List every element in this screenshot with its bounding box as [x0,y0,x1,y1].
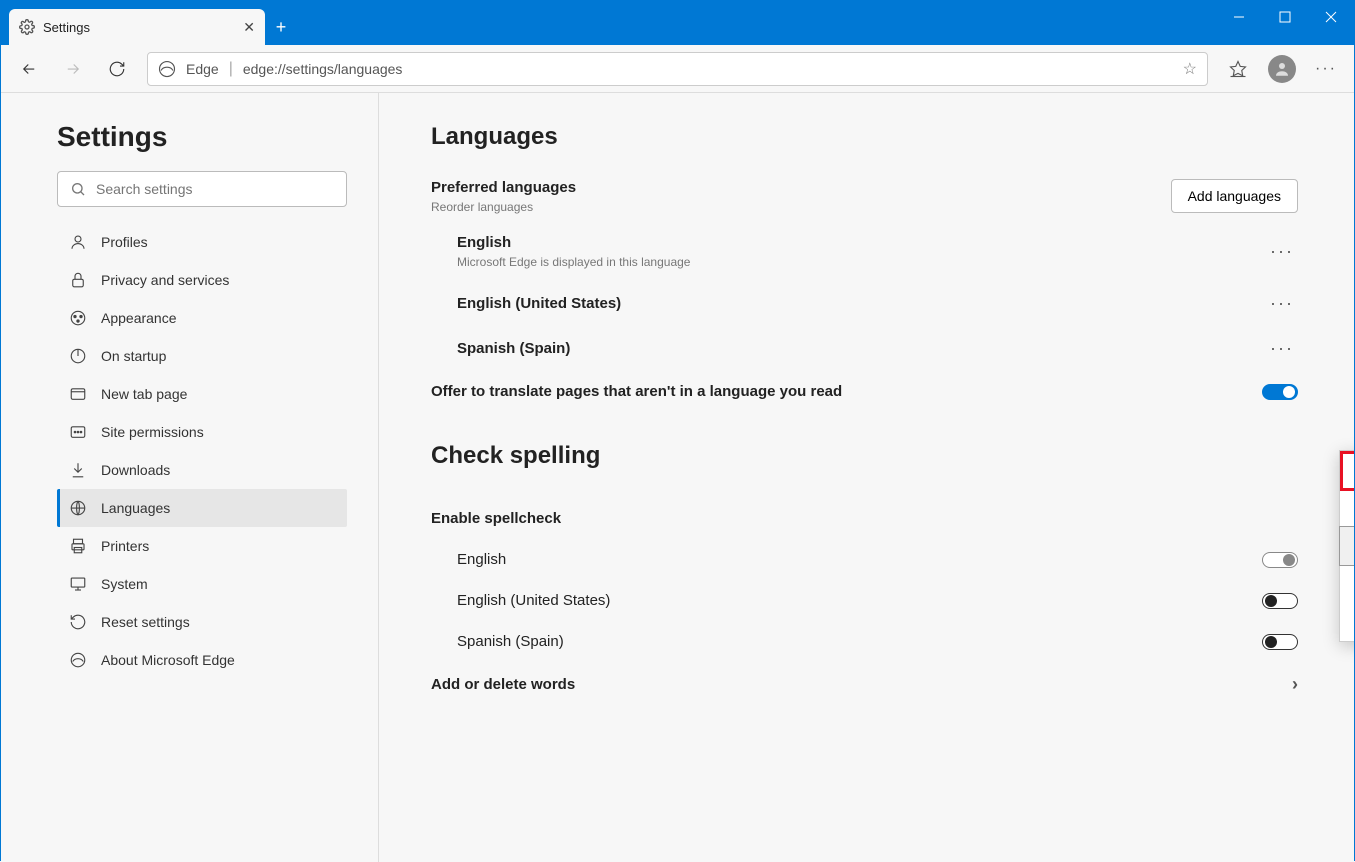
add-delete-words-label: Add or delete words [431,676,575,693]
nav-label: Printers [101,538,149,554]
language-name: English [457,234,690,251]
nav-reset[interactable]: Reset settings [57,603,347,641]
nav-label: About Microsoft Edge [101,652,235,668]
nav-label: On startup [101,348,166,364]
tab-strip: Settings ✕ + [1,1,297,45]
ctx-move-top[interactable]: Move to the top [1339,526,1354,566]
spellcheck-english-toggle[interactable] [1262,552,1298,568]
reorder-subtitle: Reorder languages [431,200,576,214]
spellcheck-english-us-row: English (United States) [431,580,1298,621]
preferred-languages-title: Preferred languages [431,179,576,196]
spellcheck-spanish-toggle[interactable] [1262,634,1298,650]
nav-appearance[interactable]: Appearance [57,299,347,337]
edge-icon [158,60,176,78]
settings-heading: Settings [57,121,362,153]
toolbar: Edge | edge://settings/languages ☆ ··· [1,45,1354,93]
nav-label: Downloads [101,462,170,478]
search-settings-box[interactable] [57,171,347,207]
nav-newtab[interactable]: New tab page [57,375,347,413]
browser-tab[interactable]: Settings ✕ [9,9,265,45]
separator: | [229,60,233,78]
nav-about[interactable]: About Microsoft Edge [57,641,347,679]
nav-downloads[interactable]: Downloads [57,451,347,489]
favorite-star-icon[interactable]: ☆ [1183,59,1197,79]
nav-label: Site permissions [101,424,204,440]
minimize-button[interactable] [1216,1,1262,33]
nav-privacy[interactable]: Privacy and services [57,261,347,299]
preferred-languages-header: Preferred languages Reorder languages Ad… [431,179,1298,214]
close-tab-icon[interactable]: ✕ [243,19,255,36]
nav-label: Languages [101,500,170,516]
close-window-button[interactable] [1308,1,1354,33]
titlebar: Settings ✕ + [1,1,1354,45]
search-icon [70,181,86,197]
nav-languages[interactable]: Languages [57,489,347,527]
favorites-button[interactable] [1218,51,1258,87]
settings-main: Languages Preferred languages Reorder la… [379,93,1354,862]
language-name: English (United States) [457,295,621,312]
page-heading: Languages [431,123,1298,151]
spellcheck-english-row: English [431,539,1298,580]
nav-label: Appearance [101,310,177,326]
nav-system[interactable]: System [57,565,347,603]
settings-sidebar: Settings Profiles Privacy and services A… [1,93,379,862]
add-languages-button[interactable]: Add languages [1171,179,1298,213]
gear-icon [19,19,35,35]
nav-label: Profiles [101,234,148,250]
enable-spellcheck-label: Enable spellcheck [431,510,561,527]
window-controls [1216,1,1354,33]
ctx-move-up[interactable]: Move up [1340,565,1354,603]
ctx-remove[interactable]: Remove [1340,603,1354,641]
translate-row: Offer to translate pages that aren't in … [431,371,1298,412]
language-context-menu: Display Microsoft Edge in this language … [1339,450,1354,642]
refresh-button[interactable] [97,51,137,87]
language-item-english-us: English (United States) ··· [431,281,1298,326]
spellcheck-english-us-toggle[interactable] [1262,593,1298,609]
nav-profiles[interactable]: Profiles [57,223,347,261]
language-item-english: English Microsoft Edge is displayed in t… [431,222,1298,281]
nav-printers[interactable]: Printers [57,527,347,565]
language-more-button[interactable]: ··· [1266,293,1298,314]
forward-button[interactable] [53,51,93,87]
spellcheck-lang-label: Spanish (Spain) [457,633,564,650]
search-settings-input[interactable] [96,181,334,197]
nav-label: New tab page [101,386,187,402]
language-item-spanish: Spanish (Spain) ··· [431,326,1298,371]
nav-site-permissions[interactable]: Site permissions [57,413,347,451]
language-more-button[interactable]: ··· [1266,338,1298,359]
site-identity-label: Edge [186,61,219,77]
spellcheck-spanish-row: Spanish (Spain) [431,621,1298,662]
nav-label: Privacy and services [101,272,229,288]
back-button[interactable] [9,51,49,87]
settings-nav: Profiles Privacy and services Appearance… [57,223,362,679]
url-text: edge://settings/languages [243,61,1173,77]
chevron-right-icon: › [1292,674,1298,695]
nav-label: Reset settings [101,614,190,630]
spellcheck-lang-label: English [457,551,506,568]
language-more-button[interactable]: ··· [1266,241,1298,262]
ctx-display-edge[interactable]: Display Microsoft Edge in this language [1340,451,1354,489]
translate-label: Offer to translate pages that aren't in … [431,383,842,400]
nav-startup[interactable]: On startup [57,337,347,375]
new-tab-button[interactable]: + [265,9,297,45]
content-area: Settings Profiles Privacy and services A… [1,93,1354,862]
ctx-offer-translate[interactable]: Offer to translate pages in this languag… [1340,489,1354,527]
language-name: Spanish (Spain) [457,340,570,357]
app-menu-button[interactable]: ··· [1306,51,1346,87]
add-delete-words-row[interactable]: Add or delete words › [431,662,1298,707]
language-subtitle: Microsoft Edge is displayed in this lang… [457,255,690,269]
tab-title: Settings [43,20,235,35]
profile-avatar[interactable] [1268,55,1296,83]
enable-spellcheck-row: Enable spellcheck [431,498,1298,539]
address-bar[interactable]: Edge | edge://settings/languages ☆ [147,52,1208,86]
nav-label: System [101,576,148,592]
translate-toggle[interactable] [1262,384,1298,400]
spelling-heading: Check spelling [431,442,1298,470]
spellcheck-lang-label: English (United States) [457,592,610,609]
maximize-button[interactable] [1262,1,1308,33]
